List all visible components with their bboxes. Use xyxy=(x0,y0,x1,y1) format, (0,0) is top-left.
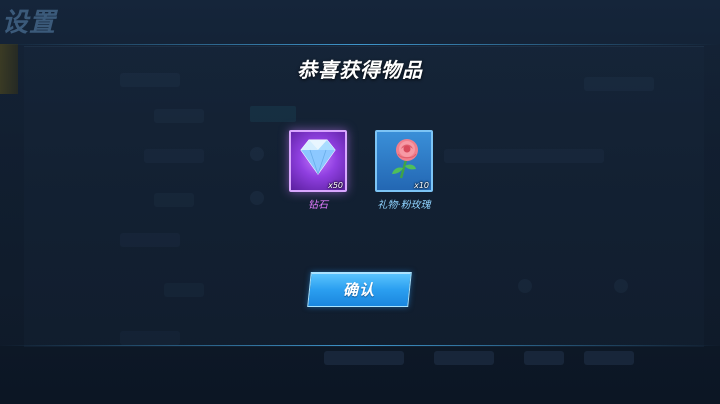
reward-item-diamond[interactable]: x50 xyxy=(289,130,347,192)
game-screen: 设置 恭喜获得物品 x50 钻石 x10 礼物·粉玫瑰 确认 xyxy=(0,0,720,404)
confirm-button-label: 确认 xyxy=(343,281,376,299)
diamond-icon xyxy=(300,139,336,175)
reward-name-diamond: 钻石 xyxy=(308,200,328,211)
background-row xyxy=(584,351,634,365)
background-row xyxy=(434,351,494,365)
modal-top-border xyxy=(0,44,720,45)
modal-title: 恭喜获得物品 xyxy=(297,58,423,82)
background-row xyxy=(324,351,404,365)
background-screen-title: 设置 xyxy=(2,8,57,38)
pink-rose-icon xyxy=(392,139,418,179)
reward-name-pink-rose: 礼物·粉玫瑰 xyxy=(377,200,431,211)
modal-bottom-border xyxy=(0,345,720,346)
confirm-button[interactable]: 确认 xyxy=(307,272,412,307)
reward-quantity: x10 xyxy=(414,181,429,190)
reward-item-pink-rose[interactable]: x10 xyxy=(375,130,433,192)
background-row xyxy=(524,351,564,365)
reward-quantity: x50 xyxy=(328,181,343,190)
